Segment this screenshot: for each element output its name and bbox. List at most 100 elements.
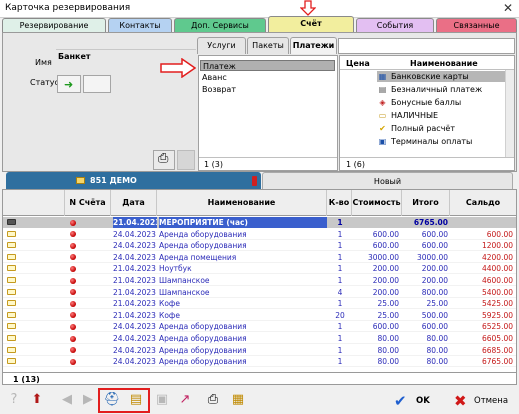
- payment-type-list[interactable]: Платеж Аванс Возврат 1 (3): [198, 55, 338, 171]
- bill-number-icon[interactable]: ▤: [126, 390, 146, 410]
- table-row-count: 1 (13): [13, 375, 40, 384]
- table-row[interactable]: 24.04.2023 Аренда оборудования 1 600.00 600.…: [3, 321, 516, 333]
- table-row[interactable]: 21.04.2023 Ноутбук 1 200.00 200.00 4400.00: [3, 263, 516, 275]
- folder-icon: [7, 311, 16, 318]
- cell-qty: 4: [337, 287, 343, 297]
- payment-type-item[interactable]: Аванс: [200, 72, 227, 83]
- tab-related-resources[interactable]: Связанные ресурсы: [436, 18, 517, 43]
- cell-qty: 1: [337, 252, 343, 262]
- subtab-payments[interactable]: Платежи: [290, 37, 337, 54]
- cell-date: 21.04.2023: [113, 287, 156, 297]
- forward-icon[interactable]: ▶: [78, 390, 98, 410]
- cell-cost: 25.00: [377, 299, 399, 309]
- table-row[interactable]: 21.04.2023 МЕРОПРИЯТИЕ (час) 1 6765.00: [3, 217, 516, 228]
- close-icon[interactable]: ✕: [503, 1, 513, 15]
- table-row[interactable]: 24.04.2023 Аренда оборудования 1 600.00 600.…: [3, 229, 516, 240]
- subtab-services[interactable]: Услуги: [197, 37, 246, 54]
- table-row[interactable]: 21.04.2023 Шампанское 4 200.00 800.00 5400.00: [3, 287, 516, 298]
- status-dot-icon: [70, 231, 76, 238]
- cell-total: 80.00: [426, 357, 448, 367]
- print-button[interactable]: ⎙: [153, 150, 175, 170]
- folder-icon: [7, 335, 16, 341]
- payment-icon[interactable]: ▦: [228, 390, 248, 410]
- cell-cost: 600.00: [372, 322, 399, 332]
- tab-bill[interactable]: Счёт: [268, 16, 354, 32]
- cell-total: 6765.00: [413, 218, 448, 227]
- cell-saldo: 5925.00: [481, 310, 513, 320]
- col-date: Дата: [111, 190, 157, 216]
- tab-events[interactable]: События: [356, 18, 434, 32]
- status-dot-icon: [70, 335, 76, 342]
- top-right-field[interactable]: [338, 38, 515, 54]
- table-row[interactable]: 21.04.2023 Кофе 1 25.00 25.00 5425.00: [3, 298, 516, 310]
- payment-method-item[interactable]: ✔ Полный расчёт: [377, 123, 455, 134]
- external-link-icon[interactable]: ↗: [175, 390, 195, 410]
- cell-cost: 80.00: [377, 334, 399, 343]
- scrollbar[interactable]: [505, 70, 514, 157]
- cell-cost: 200.00: [372, 287, 399, 297]
- document-icon: ▤: [378, 85, 387, 94]
- payment-method-item[interactable]: ▣ Терминалы оплаты: [377, 136, 473, 147]
- table-row[interactable]: 21.04.2023 Кофе 20 25.00 500.00 5925.00: [3, 310, 516, 321]
- bill-items-table[interactable]: N Счёта Дата Наименование К-во Стоимость…: [2, 189, 517, 385]
- cell-date: 24.04.2023: [113, 334, 156, 343]
- cell-total: 800.00: [421, 287, 448, 297]
- ok-button[interactable]: ✔ OK: [394, 389, 444, 413]
- tab-contacts[interactable]: Контакты: [108, 18, 172, 32]
- cell-date: 24.04.2023: [113, 357, 156, 367]
- payment-method-item[interactable]: ◈ Бонусные баллы: [377, 97, 461, 108]
- payment-type-count: 1 (3): [204, 160, 223, 169]
- cell-date: 24.04.2023: [113, 241, 156, 251]
- annotation-arrow-right-icon: [160, 57, 197, 79]
- table-row[interactable]: 24.04.2023 Аренда помещения 1 3000.00 3000.0…: [3, 252, 516, 263]
- cell-name: Аренда оборудования: [159, 229, 247, 239]
- bill-tab-851[interactable]: 851 ДЕМО: [6, 172, 261, 189]
- cell-date: 21.04.2023: [113, 299, 156, 309]
- cancel-button[interactable]: ✖ Отмена: [454, 389, 514, 413]
- payment-method-item[interactable]: ▭ НАЛИЧНЫЕ: [377, 110, 438, 121]
- status-dot-icon: [70, 219, 76, 226]
- tab-extra-services[interactable]: Доп. Сервисы: [174, 18, 266, 32]
- status-dot-icon: [70, 254, 76, 261]
- user-bill-icon[interactable]: ⛑: [102, 390, 122, 410]
- cell-date: 24.04.2023: [113, 252, 156, 262]
- table-row[interactable]: 24.04.2023 Аренда оборудования 1 80.00 80.00…: [3, 356, 516, 368]
- cell-saldo: 5400.00: [481, 287, 513, 297]
- upload-icon[interactable]: ⬆: [27, 390, 47, 410]
- status-dot-icon: [70, 347, 76, 354]
- subtab-packages[interactable]: Пакеты: [247, 37, 289, 54]
- table-row[interactable]: 24.04.2023 Аренда оборудования 1 80.00 80.00…: [3, 345, 516, 356]
- payment-method-item[interactable]: ▤ Безналичный платеж: [377, 84, 482, 95]
- bottom-toolbar: ? ⬆ ◀ ▶ ⛑ ▤ ▣ ↗ ⎙ ▦ ✔ OK ✖ Отмена: [0, 387, 519, 414]
- tab-reservation[interactable]: Резервирование: [2, 18, 106, 32]
- status-field[interactable]: [83, 75, 111, 93]
- back-icon[interactable]: ◀: [57, 390, 77, 410]
- cell-date: 24.04.2023: [113, 345, 156, 355]
- table-row[interactable]: 24.04.2023 Аренда оборудования 1 80.00 80.00…: [3, 333, 516, 344]
- payment-type-item[interactable]: Платеж: [200, 60, 335, 71]
- col-total: Итого: [402, 190, 450, 216]
- close-bill-icon[interactable]: [252, 176, 257, 186]
- copy-icon[interactable]: ▣: [152, 390, 172, 410]
- help-icon[interactable]: ?: [4, 390, 24, 410]
- cell-total: 500.00: [421, 310, 448, 320]
- bill-tab-new[interactable]: Новый: [262, 172, 513, 189]
- printer-icon[interactable]: ⎙: [203, 390, 223, 410]
- table-row[interactable]: 21.04.2023 Шампанское 1 200.00 200.00 4600.00: [3, 275, 516, 286]
- table-row[interactable]: 24.04.2023 Аренда оборудования 1 600.00 600.…: [3, 240, 516, 252]
- document-button[interactable]: [177, 150, 195, 170]
- cell-cost: 600.00: [372, 229, 399, 239]
- payment-method-item[interactable]: ▦ Банковские карты: [377, 71, 507, 82]
- payment-type-item[interactable]: Возврат: [200, 84, 236, 95]
- payment-methods-list[interactable]: Цена Наименование ▦ Банковские карты ▤ Без…: [339, 55, 515, 171]
- cell-name: Кофе: [159, 310, 180, 320]
- cell-qty: 1: [337, 345, 343, 355]
- cell-total: 80.00: [426, 345, 448, 355]
- col-name: Наименование: [157, 190, 327, 216]
- name-column-header: Наименование: [410, 59, 478, 68]
- cell-date: 21.04.2023: [113, 310, 156, 320]
- folder-icon: [7, 358, 16, 365]
- status-action-button[interactable]: ➜: [57, 75, 81, 93]
- status-dot-icon: [70, 323, 76, 330]
- status-dot-icon: [70, 277, 76, 284]
